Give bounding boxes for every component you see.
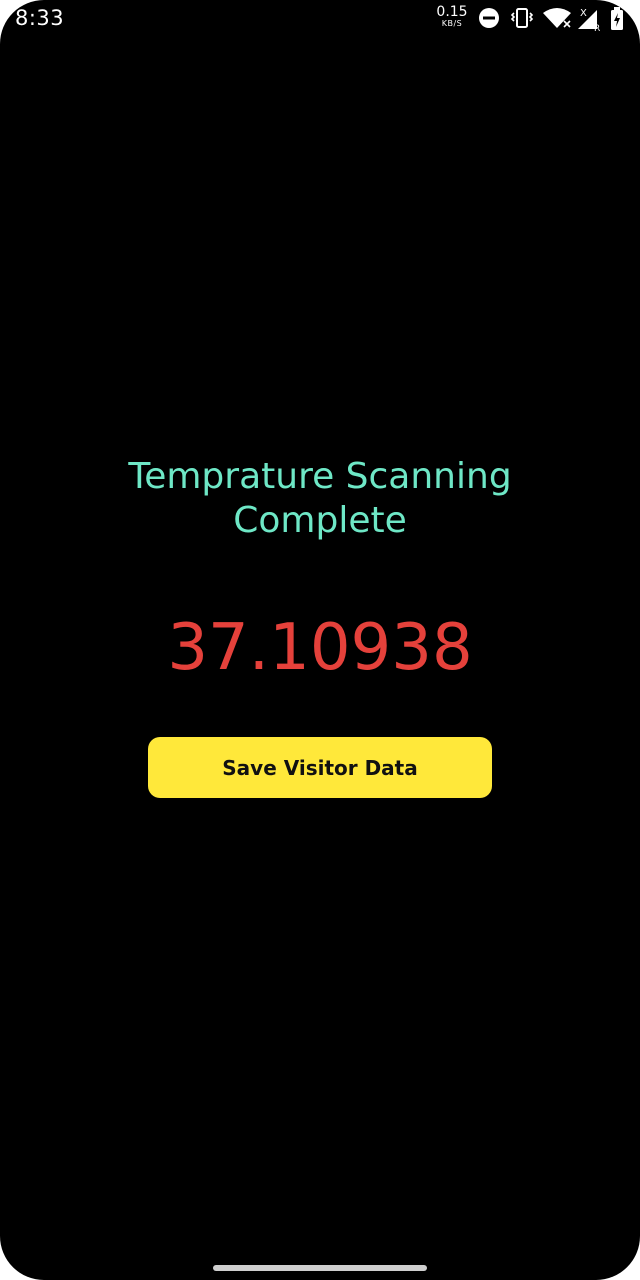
cellular-signal-icon: X R [577, 7, 603, 36]
network-speed-unit: KB/S [441, 19, 463, 28]
home-indicator[interactable] [213, 1265, 427, 1271]
scan-complete-title: Temprature Scanning Complete [0, 455, 640, 543]
title-line-1: Temprature Scanning [128, 456, 512, 497]
do-not-disturb-icon [478, 7, 500, 34]
status-time: 8:33 [15, 6, 65, 30]
battery-charging-icon [610, 7, 624, 36]
title-line-2: Complete [233, 500, 407, 541]
app-screen: 8:33 0.15 KB/S X R Temprature Scanning C… [0, 0, 640, 1280]
temperature-reading: 37.10938 [167, 611, 473, 685]
svg-text:R: R [594, 24, 600, 31]
status-bar: 8:33 0.15 KB/S X R [0, 0, 640, 40]
network-speed-value: 0.15 [436, 4, 468, 20]
network-speed: 0.15 KB/S [436, 5, 468, 29]
vibrate-icon [510, 7, 534, 34]
svg-text:X: X [580, 8, 587, 19]
save-visitor-data-button[interactable]: Save Visitor Data [148, 737, 492, 798]
wifi-icon [542, 7, 572, 34]
